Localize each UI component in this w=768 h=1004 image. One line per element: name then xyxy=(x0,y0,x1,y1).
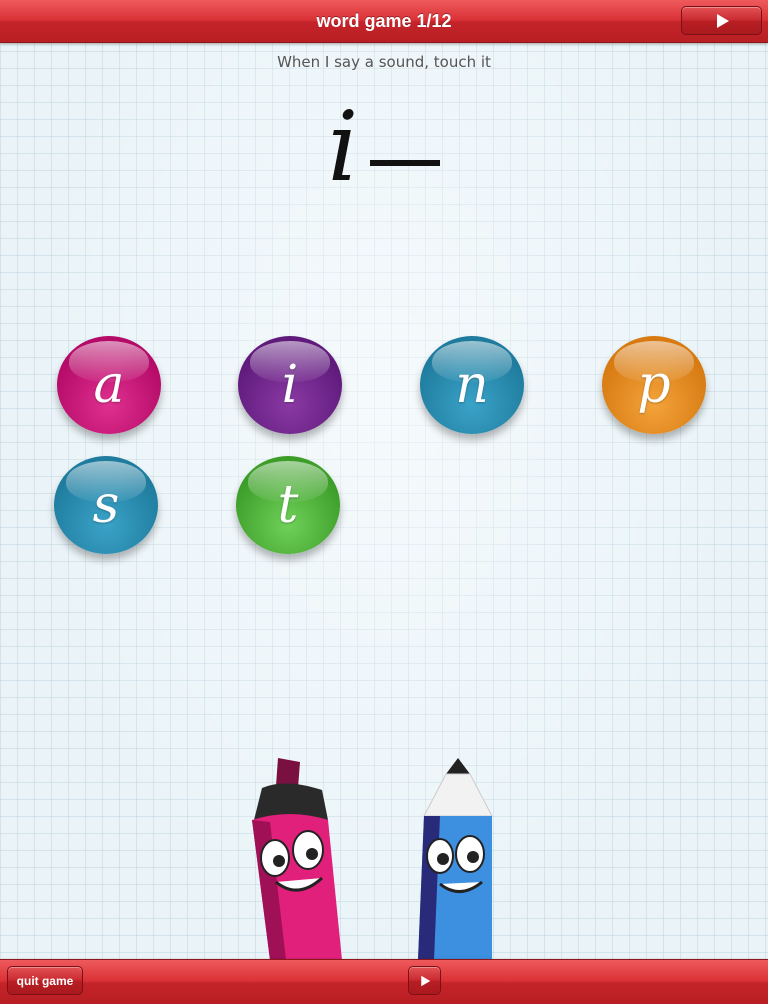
letter-button-p[interactable]: p xyxy=(602,336,706,434)
word-display: i xyxy=(0,92,768,202)
play-sound-button[interactable] xyxy=(408,966,441,995)
letter-button-n[interactable]: n xyxy=(420,336,524,434)
mascot-characters xyxy=(252,758,493,960)
letter-label: s xyxy=(92,475,120,535)
word-letter: i xyxy=(327,91,359,203)
play-icon xyxy=(420,975,430,986)
letter-button-s[interactable]: s xyxy=(54,456,158,554)
letter-button-t[interactable]: t xyxy=(236,456,340,554)
blank-slot xyxy=(370,160,441,166)
letter-button-i[interactable]: i xyxy=(238,336,342,434)
letter-button-a[interactable]: a xyxy=(57,336,161,434)
quit-game-button[interactable]: quit game xyxy=(7,966,83,995)
letter-label: i xyxy=(281,355,299,415)
top-bar: word game 1/12 xyxy=(0,0,768,43)
next-button[interactable] xyxy=(681,6,762,35)
letter-label: t xyxy=(277,475,299,535)
letter-label: n xyxy=(455,355,489,415)
highlighter-mascot xyxy=(252,758,342,960)
letter-label: p xyxy=(637,355,671,415)
play-icon xyxy=(716,13,729,28)
bottom-bar xyxy=(0,959,768,1004)
instruction-text: When I say a sound, touch it xyxy=(277,53,491,71)
pencil-mascot xyxy=(418,758,493,960)
game-title: word game 1/12 xyxy=(316,11,452,31)
letter-label: a xyxy=(93,355,125,415)
